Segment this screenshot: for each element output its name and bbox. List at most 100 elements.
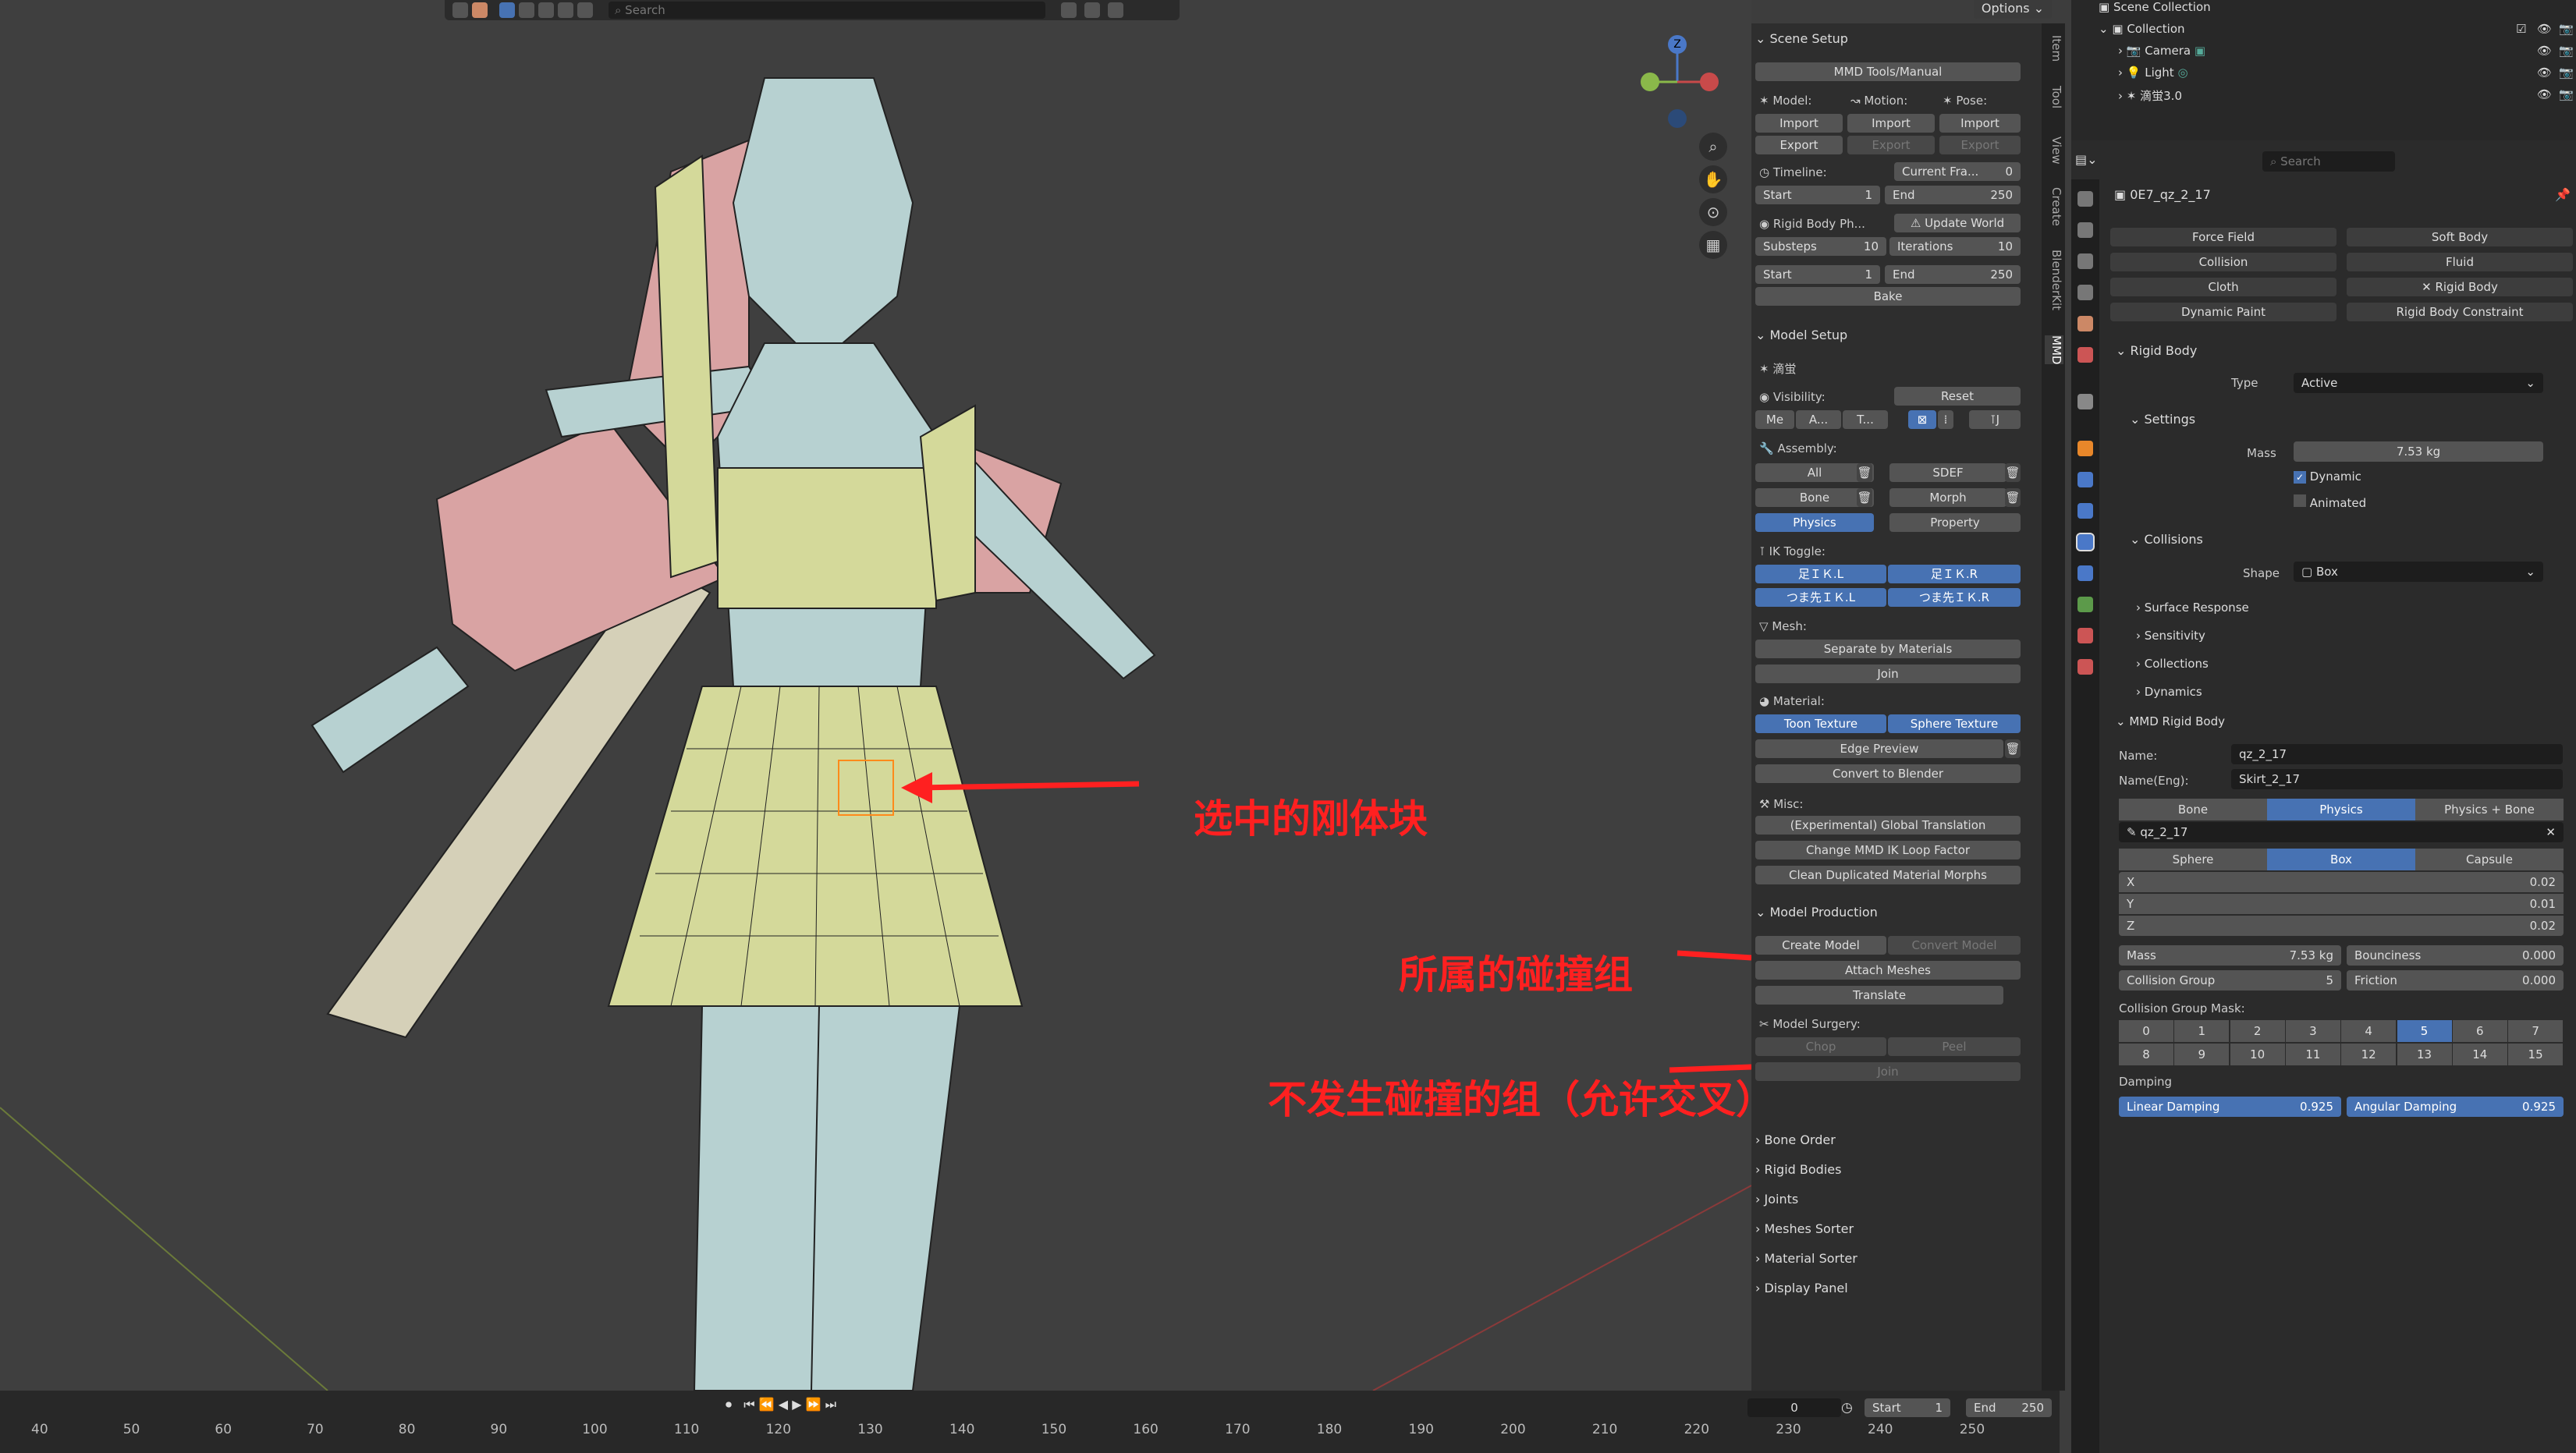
- mask-toggle[interactable]: 1: [2174, 1020, 2230, 1042]
- visibility-armature-toggle[interactable]: A...: [1796, 410, 1841, 429]
- meshes-sorter-header[interactable]: › Meshes Sorter: [1755, 1221, 1854, 1236]
- bone-order-header[interactable]: › Bone Order: [1755, 1132, 1836, 1147]
- assembly-morph-button[interactable]: Morph: [1889, 488, 2007, 507]
- pan-hand-icon[interactable]: ✋: [1699, 165, 1727, 193]
- current-frame-field[interactable]: 0: [1747, 1398, 1841, 1417]
- next-keyframe-icon[interactable]: ⏩: [806, 1397, 821, 1412]
- end-frame-field[interactable]: End 250: [1885, 186, 2021, 204]
- bake-end-field[interactable]: End 250: [1885, 265, 2021, 284]
- ik-toggle-leg-r[interactable]: 足ＩＫ.R: [1888, 565, 2021, 583]
- pose-export-button[interactable]: Export: [1939, 136, 2021, 154]
- trash-icon[interactable]: 🗑: [2005, 739, 2021, 758]
- editor-type-icon[interactable]: ▤⌄: [2075, 152, 2098, 167]
- material-tab-icon[interactable]: [2077, 628, 2093, 643]
- visibility-temp-toggle[interactable]: T...: [1843, 410, 1888, 429]
- physics-tab-icon[interactable]: [2076, 533, 2095, 551]
- shape-select[interactable]: ▢ Box ⌄: [2294, 562, 2543, 582]
- jump-start-icon[interactable]: ⏮: [743, 1397, 754, 1412]
- mask-toggle[interactable]: 12: [2341, 1044, 2397, 1065]
- eye-icon[interactable]: 👁: [2537, 87, 2552, 101]
- substeps-field[interactable]: Substeps 10: [1755, 237, 1886, 256]
- current-frame-field[interactable]: Current Fra... 0: [1894, 162, 2021, 181]
- navigation-gizmo[interactable]: Z: [1634, 31, 1720, 133]
- convert-to-blender-button[interactable]: Convert to Blender: [1755, 764, 2021, 783]
- properties-search-input[interactable]: ⌕ Search: [2262, 151, 2395, 172]
- outliner-light[interactable]: › 💡 Light ◎: [2118, 66, 2188, 80]
- sphere-texture-toggle[interactable]: Sphere Texture: [1888, 714, 2021, 733]
- collections-header[interactable]: › Collections: [2136, 657, 2209, 671]
- rb-bone-field[interactable]: ✎ qz_2_17 ✕: [2119, 822, 2564, 842]
- rb-type-bone-tab[interactable]: Bone: [2119, 799, 2267, 820]
- scene-tab-icon[interactable]: [2077, 316, 2093, 331]
- model-export-button[interactable]: Export: [1755, 136, 1843, 154]
- mask-toggle[interactable]: 6: [2452, 1020, 2507, 1042]
- timeline-start-field[interactable]: Start 1: [1865, 1398, 1950, 1417]
- assembly-physics-button[interactable]: Physics: [1755, 513, 1874, 532]
- visibility-ik-toggle[interactable]: ⊺J: [1969, 410, 2021, 429]
- toon-texture-toggle[interactable]: Toon Texture: [1755, 714, 1886, 733]
- chevron-down-icon[interactable]: [452, 2, 468, 18]
- shape-capsule-tab[interactable]: Capsule: [2415, 849, 2564, 870]
- mask-toggle[interactable]: 0: [2119, 1020, 2173, 1042]
- angular-damping-field[interactable]: Angular Damping 0.925: [2347, 1097, 2564, 1117]
- mask-toggle[interactable]: 14: [2452, 1044, 2507, 1065]
- camera-render-icon[interactable]: 📷: [2559, 66, 2574, 80]
- modifier-tab-icon[interactable]: [2077, 472, 2093, 487]
- tool-tab-icon[interactable]: [2077, 191, 2093, 207]
- bookmark-icon[interactable]: [1061, 2, 1077, 18]
- separate-by-materials-button[interactable]: Separate by Materials: [1755, 640, 2021, 658]
- mask-toggle[interactable]: 4: [2341, 1020, 2397, 1042]
- ik-toggle-toe-r[interactable]: つま先ＩＫ.R: [1888, 588, 2021, 607]
- collisions-subpanel-header[interactable]: ⌄ Collisions: [2130, 532, 2203, 547]
- tab-item[interactable]: Item: [2045, 35, 2063, 62]
- pose-import-button[interactable]: Import: [1939, 114, 2021, 133]
- model-setup-header[interactable]: ⌄ Model Setup: [1755, 328, 1847, 342]
- mask-toggle[interactable]: 2: [2230, 1020, 2285, 1042]
- zoom-icon[interactable]: ⌕: [1699, 133, 1727, 161]
- model-production-header[interactable]: ⌄ Model Production: [1755, 905, 1878, 920]
- checkbox-icon[interactable]: ☑: [2516, 22, 2526, 36]
- mmd-rigid-body-header[interactable]: ⌄ MMD Rigid Body: [2116, 714, 2225, 728]
- tab-blenderkit[interactable]: BlenderKit: [2045, 250, 2063, 310]
- play-icon[interactable]: ▶: [792, 1397, 801, 1412]
- convert-model-button[interactable]: Convert Model: [1888, 936, 2021, 955]
- rb-type-physics-tab[interactable]: Physics: [2267, 799, 2415, 820]
- camera-render-icon[interactable]: 📷: [2559, 44, 2574, 58]
- ik-toggle-leg-l[interactable]: 足ＩＫ.L: [1755, 565, 1886, 583]
- jump-end-icon[interactable]: ⏭: [825, 1397, 836, 1412]
- mask-toggle[interactable]: 5: [2397, 1020, 2452, 1042]
- peel-button[interactable]: Peel: [1888, 1037, 2021, 1056]
- fluid-button[interactable]: Fluid: [2347, 253, 2573, 271]
- motion-import-button[interactable]: Import: [1847, 114, 1935, 133]
- filter-icon[interactable]: [1108, 2, 1123, 18]
- translate-button[interactable]: Translate: [1755, 986, 2003, 1005]
- data-tab-icon[interactable]: [2077, 597, 2093, 612]
- output-tab-icon[interactable]: [2077, 253, 2093, 269]
- tab-mmd[interactable]: MMD: [2045, 335, 2063, 365]
- sensitivity-header[interactable]: › Sensitivity: [2136, 629, 2205, 643]
- rigid-body-button[interactable]: ✕ Rigid Body: [2347, 278, 2573, 296]
- rb-name-input[interactable]: qz_2_17: [2231, 744, 2563, 764]
- gizmo-x-axis[interactable]: [1700, 73, 1719, 91]
- record-icon[interactable]: ⏺: [726, 1397, 732, 1412]
- create-model-button[interactable]: Create Model: [1755, 936, 1886, 955]
- bake-button[interactable]: Bake: [1755, 287, 2021, 306]
- outliner-model[interactable]: › ✶ 滴蛍3.0: [2118, 87, 2182, 104]
- mask-toggle[interactable]: 15: [2508, 1044, 2564, 1065]
- mask-toggle[interactable]: 11: [2285, 1044, 2340, 1065]
- motion-export-button[interactable]: Export: [1847, 136, 1935, 154]
- rendered-shading-icon[interactable]: [558, 2, 573, 18]
- trash-icon[interactable]: 🗑: [1857, 488, 1872, 507]
- linear-damping-field[interactable]: Linear Damping 0.925: [2119, 1097, 2341, 1117]
- start-frame-field[interactable]: Start 1: [1755, 186, 1880, 204]
- perspective-grid-icon[interactable]: ▦: [1699, 231, 1727, 259]
- xray-icon[interactable]: [577, 2, 593, 18]
- soft-body-button[interactable]: Soft Body: [2347, 228, 2573, 246]
- edge-preview-button[interactable]: Edge Preview: [1755, 739, 2003, 758]
- mask-toggle[interactable]: 7: [2508, 1020, 2564, 1042]
- rigid-bodies-header[interactable]: › Rigid Bodies: [1755, 1162, 1841, 1177]
- surface-response-header[interactable]: › Surface Response: [2136, 601, 2249, 615]
- gizmo-z-axis[interactable]: Z: [1668, 35, 1687, 54]
- particles-tab-icon[interactable]: [2077, 503, 2093, 519]
- ik-toggle-toe-l[interactable]: つま先ＩＫ.L: [1755, 588, 1886, 607]
